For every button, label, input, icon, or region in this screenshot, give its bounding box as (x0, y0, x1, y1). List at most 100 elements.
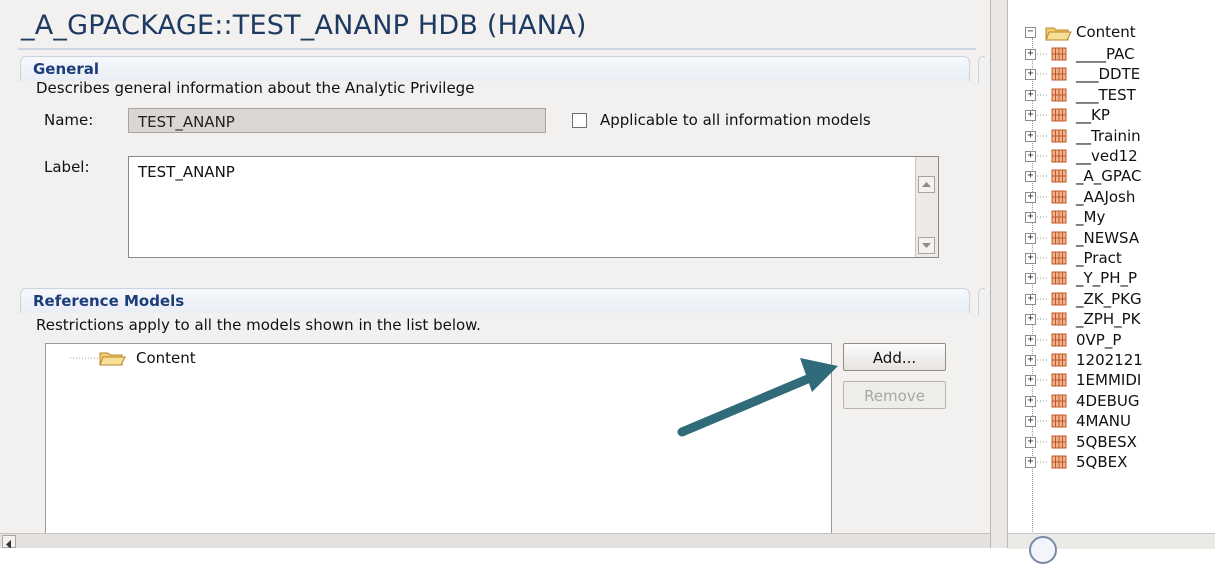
navigator-package-label: 1202121 (1076, 351, 1143, 369)
navigator-package-row[interactable]: +1202121 (1018, 350, 1215, 372)
tree-expand-icon[interactable]: + (1025, 171, 1036, 183)
tree-connector (1037, 420, 1049, 422)
navigator-package-label: _Pract (1076, 249, 1122, 267)
package-icon (1051, 47, 1067, 61)
navigator-package-label: _AAJosh (1076, 187, 1136, 206)
navigator-package-row[interactable]: + _NEWSA (1018, 228, 1215, 250)
navigator-package-row[interactable]: + _AAJosh (1018, 187, 1215, 209)
navigator-package-row[interactable]: + ____PAC (1018, 44, 1215, 66)
tree-expand-icon[interactable]: + (1025, 253, 1036, 264)
tree-expand-icon[interactable]: + (1025, 355, 1036, 366)
package-icon (1051, 210, 1067, 224)
tree-connector (1037, 339, 1049, 341)
tree-expand-icon[interactable]: + (1025, 110, 1036, 122)
tree-connector (1037, 441, 1049, 443)
tree-connector (1037, 216, 1049, 218)
tree-connector (1037, 94, 1049, 96)
tree-expand-icon[interactable]: + (1025, 314, 1036, 326)
help-icon[interactable] (1029, 536, 1057, 564)
package-icon (1051, 67, 1067, 81)
tree-connector (1037, 53, 1049, 55)
tree-connector (1037, 196, 1049, 198)
navigator-package-row[interactable]: +4MANU (1018, 411, 1215, 433)
scroll-left-arrow-icon (6, 540, 11, 548)
navigator-package-label: 4MANU (1076, 412, 1131, 431)
navigator-package-row[interactable]: + _Y_PH_P (1018, 268, 1215, 290)
navigator-package-row[interactable]: + _A_GPAC (1018, 166, 1215, 188)
tree-expand-icon[interactable]: + (1025, 436, 1036, 448)
tree-expand-icon[interactable]: + (1025, 334, 1036, 346)
tree-connector (1037, 114, 1049, 116)
package-icon (1051, 414, 1067, 428)
scroll-left-button[interactable] (2, 535, 16, 548)
tree-expand-icon[interactable]: + (1025, 69, 1036, 81)
navigator-package-row[interactable]: +1EMMIDI (1018, 370, 1215, 392)
content-navigator: − Content + ____PAC + ___DDTE + ___TEST + __KP +… (1008, 0, 1215, 548)
tree-expand-icon[interactable]: + (1025, 293, 1036, 305)
package-icon (1051, 435, 1067, 449)
package-icon (1051, 373, 1067, 387)
tree-connector (1037, 379, 1049, 381)
navigator-package-label: __KP (1076, 106, 1110, 125)
navigator-package-row[interactable]: + ___DDTE (1018, 64, 1215, 86)
tree-expand-icon[interactable]: + (1025, 375, 1036, 387)
navigator-package-row[interactable]: + _My (1018, 207, 1215, 229)
tree-connector (1037, 135, 1049, 137)
tree-connector (1037, 461, 1049, 463)
package-icon (1051, 292, 1067, 306)
navigator-package-row[interactable]: + __KP (1018, 105, 1215, 127)
navigator-package-row[interactable]: +4DEBUG (1018, 391, 1215, 413)
tree-expand-icon[interactable]: + (1025, 273, 1036, 285)
navigator-package-label: ___DDTE (1076, 65, 1141, 84)
tree-expand-icon[interactable]: + (1025, 130, 1036, 142)
tree-connector (1037, 400, 1049, 402)
navigator-package-row[interactable]: + ___TEST (1018, 85, 1215, 107)
tree-expand-icon[interactable]: + (1025, 232, 1036, 244)
package-icon (1051, 108, 1067, 122)
tree-expand-icon[interactable]: + (1025, 49, 1036, 60)
tree-expand-icon[interactable]: + (1025, 191, 1036, 203)
navigator-package-label: __Trainin (1076, 126, 1141, 145)
analytic-privilege-editor: _A_GPACKAGE::TEST_ANANP HDB (HANA) Gener… (0, 0, 990, 548)
package-icon (1051, 455, 1067, 469)
navigator-package-label: _NEWSA (1076, 228, 1140, 247)
folder-open-icon (1045, 27, 1072, 41)
package-icon (1051, 129, 1067, 143)
navigator-package-label: _ZK_PKG (1076, 289, 1142, 308)
tree-expand-icon[interactable]: + (1025, 457, 1036, 468)
tree-connector (1037, 237, 1049, 239)
navigator-package-row[interactable]: + __ved12 (1018, 146, 1215, 168)
navigator-package-label: 4DEBUG (1076, 391, 1140, 410)
navigator-package-row[interactable]: +0VP_P (1018, 330, 1215, 352)
navigator-package-label: ___TEST (1076, 85, 1136, 104)
package-icon (1051, 353, 1067, 367)
tree-expand-icon[interactable]: + (1025, 395, 1036, 407)
navigator-package-label: __ved12 (1076, 147, 1138, 165)
package-icon (1051, 169, 1067, 183)
navigator-package-label: 0VP_P (1076, 330, 1122, 349)
navigator-root-row[interactable]: − Content (1018, 22, 1215, 44)
tree-expand-icon[interactable]: + (1025, 416, 1036, 428)
package-icon (1051, 149, 1067, 163)
tree-expand-icon[interactable]: + (1025, 151, 1036, 162)
pane-divider[interactable] (990, 0, 1008, 548)
horizontal-scrollbar[interactable] (0, 533, 990, 548)
navigator-package-label: _A_GPAC (1076, 167, 1142, 186)
package-icon (1051, 333, 1067, 347)
navigator-package-row[interactable]: +5QBEX (1018, 452, 1215, 474)
navigator-package-row[interactable]: +5QBESX (1018, 432, 1215, 454)
package-icon (1051, 394, 1067, 408)
tree-connector (1037, 155, 1049, 157)
package-icon (1051, 231, 1067, 245)
navigator-package-row[interactable]: + __Trainin (1018, 126, 1215, 148)
navigator-package-row[interactable]: + _ZPH_PK (1018, 309, 1215, 331)
tree-connector (1037, 318, 1049, 320)
package-icon (1051, 88, 1067, 102)
tree-expand-icon[interactable]: + (1025, 89, 1036, 101)
tree-collapse-icon[interactable]: − (1025, 27, 1036, 38)
tree-expand-icon[interactable]: + (1025, 212, 1036, 224)
navigator-package-row[interactable]: + _Pract (1018, 248, 1215, 270)
package-icon (1051, 271, 1067, 285)
navigator-package-row[interactable]: + _ZK_PKG (1018, 289, 1215, 311)
navigator-package-label: _ZPH_PK (1076, 310, 1141, 329)
